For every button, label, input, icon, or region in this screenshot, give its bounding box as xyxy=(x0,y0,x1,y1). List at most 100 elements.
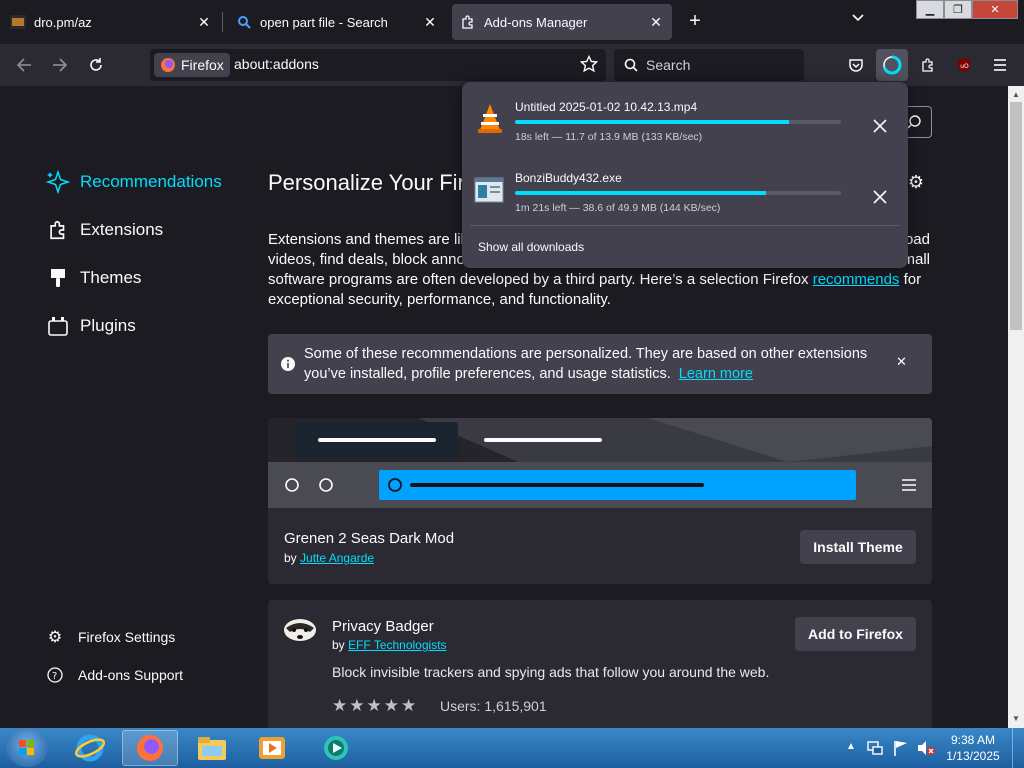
identity-label: Firefox xyxy=(181,57,224,73)
show-all-downloads-button[interactable]: Show all downloads xyxy=(478,240,584,254)
download-progress-bar xyxy=(515,120,841,124)
puzzle-icon xyxy=(460,14,476,30)
intro-line-end: oad xyxy=(904,231,930,248)
theme-name[interactable]: Grenen 2 Seas Dark Mod xyxy=(284,530,454,547)
tab-dro[interactable]: dro.pm/az ✕ xyxy=(2,4,220,40)
sidebar-item-label: Recommendations xyxy=(80,172,222,191)
action-center-flag-icon[interactable] xyxy=(892,739,910,757)
sidebar-item-themes[interactable]: Themes xyxy=(46,266,141,290)
addon-name[interactable]: Privacy Badger xyxy=(332,618,434,635)
recommends-link[interactable]: recommends xyxy=(813,271,900,288)
firefox-icon xyxy=(160,57,176,73)
minimize-button[interactable]: ▁ xyxy=(916,0,944,19)
bookmark-star-icon[interactable] xyxy=(579,54,600,75)
svg-text:uO: uO xyxy=(960,63,969,70)
star-icon: ★ xyxy=(332,696,348,715)
scroll-down-arrow-icon[interactable]: ▼ xyxy=(1012,714,1020,723)
notice-line: you’ve installed, profile preferences, a… xyxy=(304,366,671,382)
plugin-icon xyxy=(46,314,70,338)
tab-title: dro.pm/az xyxy=(34,14,92,30)
footer-label: Add-ons Support xyxy=(78,667,184,683)
scroll-up-arrow-icon[interactable]: ▲ xyxy=(1012,90,1020,99)
network-icon[interactable] xyxy=(866,739,884,757)
show-hidden-icons-arrow[interactable]: ▲ xyxy=(846,741,856,752)
theme-preview[interactable] xyxy=(268,418,932,508)
navigation-toolbar: Firefox about:addons Search uO xyxy=(0,44,1024,86)
show-desktop-button[interactable] xyxy=(1012,728,1024,768)
url-text[interactable]: about:addons xyxy=(234,56,319,72)
identity-box[interactable]: Firefox xyxy=(154,53,230,77)
volume-muted-icon[interactable] xyxy=(916,739,936,757)
sidebar-item-plugins[interactable]: Plugins xyxy=(46,314,136,338)
page-scrollbar[interactable]: ▲ ▼ xyxy=(1008,86,1024,728)
downloads-panel: Untitled 2025-01-02 10.42.13.mp4 18s lef… xyxy=(462,82,908,268)
panel-divider xyxy=(470,225,900,226)
tab-search[interactable]: open part file - Search ✕ xyxy=(228,4,446,40)
download-progress-fill xyxy=(515,120,789,124)
window-controls: ▁ ❐ ✕ xyxy=(916,0,1018,20)
addon-author-link[interactable]: EFF Technologists xyxy=(348,638,447,652)
info-icon xyxy=(280,356,296,372)
download-progress-bar xyxy=(515,191,841,195)
windows-taskbar: ▲ 9:38 AM 1/13/2025 xyxy=(0,728,1024,768)
clock-date: 1/13/2025 xyxy=(946,749,1000,763)
file-explorer-icon[interactable] xyxy=(184,730,240,766)
firefox-settings-link[interactable]: ⚙ Firefox Settings xyxy=(46,628,175,646)
install-theme-button[interactable]: Install Theme xyxy=(800,530,916,564)
restore-button[interactable]: ❐ xyxy=(944,0,972,19)
personalization-notice: Some of these recommendations are person… xyxy=(268,334,932,394)
star-icon: ★ xyxy=(383,696,399,715)
new-tab-button[interactable]: + xyxy=(683,10,707,34)
back-button[interactable] xyxy=(12,53,36,77)
exe-icon xyxy=(474,177,504,203)
extensions-puzzle-icon[interactable] xyxy=(916,53,940,77)
url-bar[interactable]: Firefox about:addons xyxy=(150,49,606,81)
footer-label: Firefox Settings xyxy=(78,629,176,645)
learn-more-link[interactable]: Learn more xyxy=(679,366,753,382)
clock[interactable]: 9:38 AM 1/13/2025 xyxy=(942,732,1004,764)
addons-support-link[interactable]: ? Add-ons Support xyxy=(46,666,183,684)
intro-line: software programs are often developed by… xyxy=(268,271,813,288)
media-player-icon[interactable] xyxy=(244,730,300,766)
close-tab-icon[interactable]: ✕ xyxy=(196,14,212,30)
vlc-icon xyxy=(476,102,504,134)
reload-button[interactable] xyxy=(84,53,108,77)
by-label: by xyxy=(332,638,345,652)
rating-stars: ★ ★ ★ ★ ★ xyxy=(332,696,416,716)
pocket-icon[interactable] xyxy=(844,53,868,77)
add-to-firefox-button[interactable]: Add to Firefox xyxy=(795,617,916,651)
download-status: 1m 21s left — 38.6 of 49.9 MB (144 KB/se… xyxy=(515,202,721,214)
theme-author-link[interactable]: Jutte Angarde xyxy=(300,551,374,565)
sidebar-item-recommendations[interactable]: Recommendations xyxy=(46,170,222,194)
intro-line: exceptional security, performance, and f… xyxy=(268,291,611,308)
close-tab-icon[interactable]: ✕ xyxy=(422,14,438,30)
firefox-taskbar-icon[interactable] xyxy=(122,730,178,766)
app-menu-icon[interactable] xyxy=(988,53,1012,77)
close-tab-icon[interactable]: ✕ xyxy=(648,14,664,30)
bonzibuddy-taskbar-icon[interactable] xyxy=(308,730,364,766)
svg-text:?: ? xyxy=(52,671,57,682)
addon-description: Block invisible trackers and spying ads … xyxy=(332,664,770,680)
downloads-button[interactable] xyxy=(876,49,908,81)
sidebar-item-label: Plugins xyxy=(80,316,136,335)
intro-line: for xyxy=(899,271,922,288)
list-all-tabs-button[interactable] xyxy=(848,10,868,34)
close-window-button[interactable]: ✕ xyxy=(972,0,1018,19)
brush-icon xyxy=(46,266,70,290)
tab-strip: dro.pm/az ✕ open part file - Search ✕ Ad… xyxy=(0,0,1024,44)
start-button[interactable] xyxy=(6,729,48,767)
cancel-download-icon[interactable] xyxy=(868,185,892,209)
cancel-download-icon[interactable] xyxy=(868,114,892,138)
internet-explorer-icon[interactable] xyxy=(62,730,118,766)
ublock-origin-icon[interactable]: uO xyxy=(952,53,976,77)
sidebar-item-extensions[interactable]: Extensions xyxy=(46,218,163,242)
scrollbar-thumb[interactable] xyxy=(1010,102,1022,330)
forward-button[interactable] xyxy=(48,53,72,77)
tab-addons-manager[interactable]: Add-ons Manager ✕ xyxy=(452,4,672,40)
page-heading: Personalize Your Firef xyxy=(268,170,484,195)
search-bar[interactable]: Search xyxy=(614,49,804,81)
tab-title: open part file - Search xyxy=(260,14,388,30)
close-icon[interactable]: ✕ xyxy=(896,354,912,370)
download-item[interactable]: BonziBuddy432.exe 1m 21s left — 38.6 of … xyxy=(462,157,908,217)
download-item[interactable]: Untitled 2025-01-02 10.42.13.mp4 18s lef… xyxy=(462,86,908,146)
